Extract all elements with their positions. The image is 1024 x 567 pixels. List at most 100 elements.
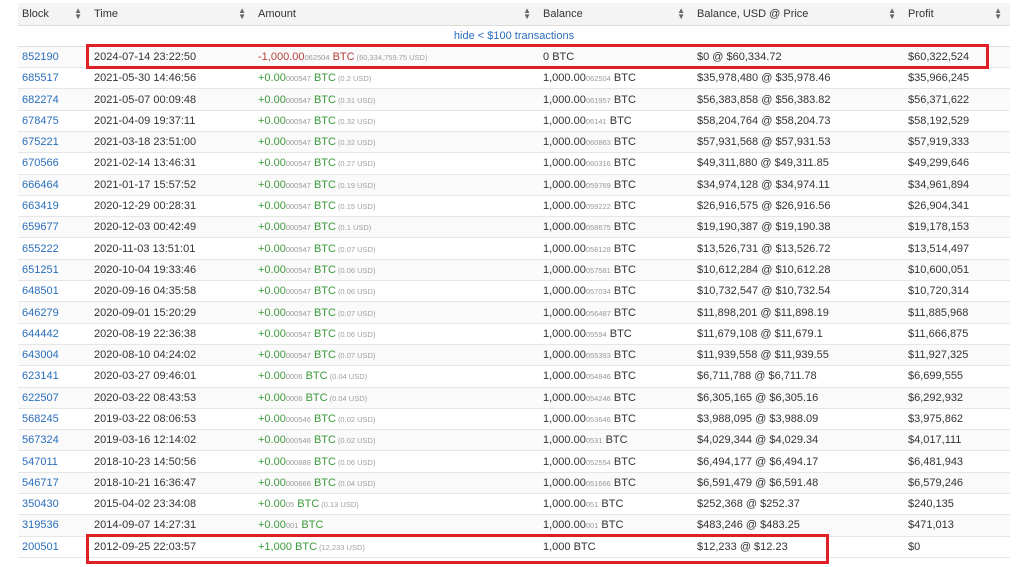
amount-usd: (0.1 USD) — [337, 223, 372, 233]
balance-usd-cell: $49,311,880 @ $49,311.85 — [693, 152, 904, 175]
table-row: 678475 2021-04-09 19:37:11 +0.00000547 BTC… — [18, 110, 1010, 132]
balance-unit: BTC — [613, 412, 636, 425]
block-link[interactable]: 319536 — [22, 519, 59, 531]
block-link[interactable]: 350430 — [22, 498, 59, 510]
block-link[interactable]: 663419 — [22, 200, 59, 212]
block-cell: 623141 — [18, 365, 90, 388]
block-link[interactable]: 685517 — [22, 72, 59, 84]
sort-icon[interactable]: ▲ ▼ — [523, 7, 531, 21]
time-cell: 2021-03-18 23:51:00 — [90, 131, 254, 154]
sort-icon[interactable]: ▲ ▼ — [994, 7, 1002, 21]
amount-unit: BTC — [313, 476, 336, 489]
balance-usd-cell: $6,591,479 @ $6,591.48 — [693, 472, 904, 495]
amount-dust: 000547 — [285, 329, 311, 339]
table-row: 670566 2021-02-14 13:46:31 +0.00000547 BTC… — [18, 152, 1010, 175]
column-header-amount[interactable]: Amount ▲ ▼ — [254, 3, 539, 26]
profit-cell: $58,192,529 — [904, 110, 1010, 132]
balance-cell: 1,000.00001 BTC — [539, 514, 693, 537]
column-header-balance-usd[interactable]: Balance, USD @ Price ▲ ▼ — [693, 3, 904, 26]
sort-icon[interactable]: ▲ ▼ — [677, 7, 685, 21]
block-link[interactable]: 659677 — [22, 221, 59, 233]
table-row: 350430 2015-04-02 23:34:08 +0.0005 BTC (0.1… — [18, 493, 1010, 516]
time-cell: 2021-04-09 19:37:11 — [90, 110, 254, 132]
amount-cell: +0.00000547 BTC (0.07 USD) — [254, 344, 539, 367]
table-row: 623141 2020-03-27 09:46:01 +0.000006 BTC (0… — [18, 365, 1010, 388]
block-link[interactable]: 852190 — [22, 51, 59, 63]
time-cell: 2020-09-16 04:35:58 — [90, 280, 254, 303]
amount-value: +0.00 — [258, 391, 286, 404]
profit-cell: $26,904,341 — [904, 195, 1010, 218]
balance-value: 1,000.00 — [543, 200, 586, 213]
header-label: Balance, USD @ Price — [697, 7, 809, 20]
amount-value: +0.00 — [258, 72, 286, 85]
balance-dust: 060316 — [585, 159, 611, 169]
block-link[interactable]: 682274 — [22, 94, 59, 106]
balance-cell: 1,000.00059769 BTC — [539, 174, 693, 196]
block-cell: 655222 — [18, 237, 90, 260]
balance-dust: 052554 — [585, 457, 611, 467]
block-link[interactable]: 568245 — [22, 413, 59, 425]
sort-icon[interactable]: ▲ ▼ — [888, 7, 896, 21]
block-link[interactable]: 675221 — [22, 136, 59, 148]
time-cell: 2020-08-19 22:36:38 — [90, 323, 254, 345]
balance-value: 1,000.00 — [543, 242, 586, 255]
column-header-profit[interactable]: Profit ▲ ▼ — [904, 3, 1010, 26]
amount-cell: +0.00000547 BTC (0.07 USD) — [254, 301, 539, 324]
amount-usd: (0.04 USD) — [329, 372, 368, 382]
balance-value: 1,000.00 — [543, 72, 586, 85]
block-link[interactable]: 623141 — [22, 370, 59, 382]
amount-cell: +0.00000546 BTC (0.02 USD) — [254, 408, 539, 431]
block-link[interactable]: 200501 — [22, 541, 59, 553]
profit-cell: $240,135 — [904, 493, 1010, 516]
profit-cell: $6,579,246 — [904, 472, 1010, 495]
amount-unit: BTC — [313, 263, 336, 276]
block-link[interactable]: 648501 — [22, 285, 59, 297]
block-link[interactable]: 655222 — [22, 243, 59, 255]
block-link[interactable]: 644442 — [22, 328, 59, 340]
amount-dust: 001 — [285, 521, 299, 531]
balance-unit: BTC — [613, 72, 636, 85]
sort-icon[interactable]: ▲ ▼ — [238, 7, 246, 21]
hide-small-transactions-link[interactable]: hide < $100 transactions — [18, 25, 1010, 47]
amount-unit: BTC — [295, 540, 318, 553]
amount-usd: (0.07 USD) — [337, 308, 376, 318]
block-link[interactable]: 546717 — [22, 477, 59, 489]
balance-value: 1,000.00 — [543, 370, 586, 383]
block-link[interactable]: 547011 — [22, 456, 58, 468]
amount-value: +0.00 — [258, 242, 286, 255]
amount-unit: BTC — [313, 242, 336, 255]
block-link[interactable]: 651251 — [22, 264, 59, 276]
block-link[interactable]: 670566 — [22, 157, 59, 169]
column-header-block[interactable]: Block ▲ ▼ — [18, 3, 90, 26]
balance-usd-cell: $11,898,201 @ $11,898.19 — [693, 301, 904, 324]
block-cell: 200501 — [18, 536, 90, 558]
block-link[interactable]: 646279 — [22, 307, 59, 319]
profit-cell: $6,292,932 — [904, 387, 1010, 409]
balance-cell: 1,000 BTC — [539, 536, 693, 558]
block-link[interactable]: 678475 — [22, 115, 59, 127]
block-link[interactable]: 567324 — [22, 434, 59, 446]
amount-value: +0.00 — [258, 498, 286, 511]
block-link[interactable]: 643004 — [22, 349, 59, 361]
amount-cell: +0.00000547 BTC (0.2 USD) — [254, 67, 539, 90]
block-cell: 646279 — [18, 301, 90, 324]
balance-dust: 057581 — [585, 265, 611, 275]
amount-cell: +0.00000547 BTC (0.19 USD) — [254, 174, 539, 196]
sort-icon[interactable]: ▲ ▼ — [74, 7, 82, 21]
block-link[interactable]: 622507 — [22, 392, 59, 404]
block-link[interactable]: 666464 — [22, 179, 59, 191]
column-header-balance[interactable]: Balance ▲ ▼ — [539, 3, 693, 26]
balance-cell: 1,000.00057034 BTC — [539, 280, 693, 303]
balance-unit: BTC — [613, 476, 636, 489]
balance-usd-cell: $11,939,558 @ $11,939.55 — [693, 344, 904, 367]
block-cell: 644442 — [18, 323, 90, 345]
column-header-time[interactable]: Time ▲ ▼ — [90, 3, 254, 26]
amount-value: +0.00 — [258, 306, 286, 319]
amount-cell: +0.00000546 BTC (0.02 USD) — [254, 429, 539, 452]
amount-cell: +0.00000547 BTC (0.06 USD) — [254, 280, 539, 303]
amount-usd: (0.02 USD) — [337, 414, 376, 424]
balance-usd-cell: $57,931,568 @ $57,931.53 — [693, 131, 904, 154]
amount-dust: 000546 — [285, 436, 311, 446]
block-cell: 651251 — [18, 259, 90, 282]
balance-cell: 1,000.00051666 BTC — [539, 472, 693, 495]
